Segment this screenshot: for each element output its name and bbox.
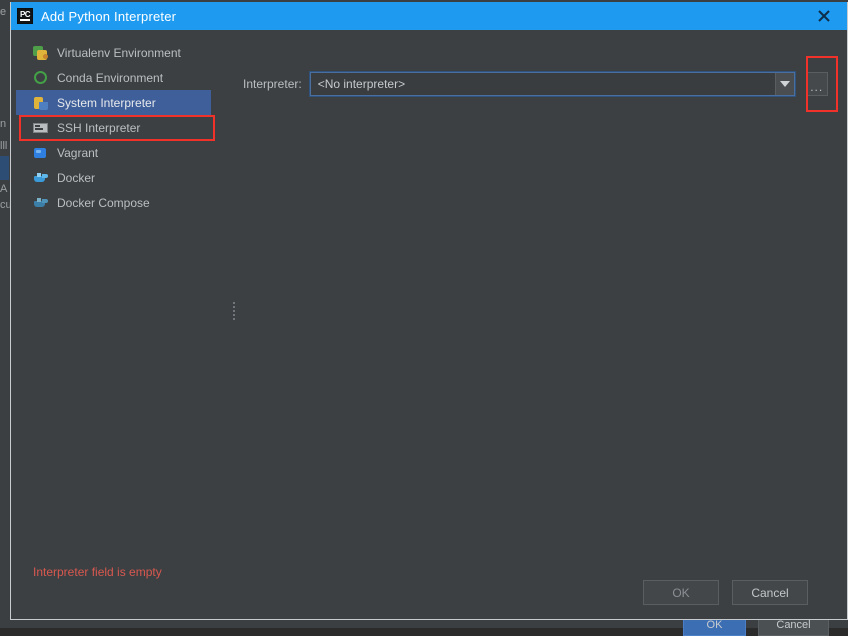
virtualenv-icon — [33, 45, 49, 61]
browse-interpreter-button[interactable]: ... — [805, 72, 828, 96]
sidebar-item-label: Vagrant — [57, 145, 99, 160]
close-icon[interactable] — [809, 2, 839, 30]
sidebar-item-docker-compose[interactable]: Docker Compose — [11, 190, 223, 215]
sidebar-item-virtualenv-environment[interactable]: Virtualenv Environment — [11, 40, 223, 65]
chevron-down-icon[interactable] — [774, 73, 794, 95]
pycharm-logo-text: PC — [19, 10, 31, 19]
sidebar-item-label: Docker — [57, 170, 96, 185]
background-text-fragment: n — [0, 118, 7, 130]
sidebar-item-system-interpreter[interactable]: System Interpreter — [16, 90, 211, 115]
background-selection-block — [0, 156, 9, 180]
interpreter-combobox[interactable]: <No interpreter> — [308, 71, 796, 97]
docker-whale-icon — [33, 170, 49, 186]
pycharm-logo-icon: PC — [17, 8, 33, 24]
background-text-fragment: A — [0, 183, 8, 195]
interpreter-settings-pane: Interpreter: <No interpreter> ... — [243, 30, 847, 619]
ssh-monitor-icon — [33, 120, 49, 136]
sidebar-item-docker[interactable]: Docker — [11, 165, 223, 190]
vagrant-icon — [33, 145, 49, 161]
interpreter-label: Interpreter: — [243, 77, 302, 91]
pycharm-logo-bar — [20, 19, 30, 21]
sidebar-item-label: SSH Interpreter — [57, 120, 141, 135]
cancel-button[interactable]: Cancel — [732, 580, 808, 605]
python-icon — [33, 95, 49, 111]
interpreter-value[interactable]: <No interpreter> — [311, 77, 775, 91]
sidebar-item-label: Virtualenv Environment — [57, 45, 181, 60]
sidebar-item-label: System Interpreter — [57, 95, 156, 110]
interpreter-row: Interpreter: <No interpreter> ... — [243, 71, 847, 97]
browse-button-label: ... — [810, 80, 824, 94]
dialog-footer: OK Cancel — [11, 571, 847, 619]
background-text-fragment: lll — [0, 140, 8, 152]
sidebar-item-label: Docker Compose — [57, 195, 150, 210]
ok-button[interactable]: OK — [643, 580, 719, 605]
sidebar-item-ssh-interpreter[interactable]: SSH Interpreter — [11, 115, 223, 140]
dialog-title: Add Python Interpreter — [41, 8, 177, 24]
sidebar-item-conda-environment[interactable]: Conda Environment — [11, 65, 223, 90]
panel-splitter-handle[interactable] — [232, 300, 237, 320]
docker-compose-icon — [33, 195, 49, 211]
dialog-title-bar[interactable]: PC Add Python Interpreter — [11, 2, 847, 30]
add-python-interpreter-dialog: PC Add Python Interpreter Virtualenv Env… — [10, 2, 848, 620]
sidebar-item-label: Conda Environment — [57, 70, 164, 85]
background-text-fragment: e — [0, 6, 7, 18]
interpreter-type-list: Virtualenv Environment Conda Environment… — [11, 30, 223, 215]
conda-icon — [33, 70, 49, 86]
sidebar-item-vagrant[interactable]: Vagrant — [11, 140, 223, 165]
dialog-body: Virtualenv Environment Conda Environment… — [11, 30, 847, 619]
